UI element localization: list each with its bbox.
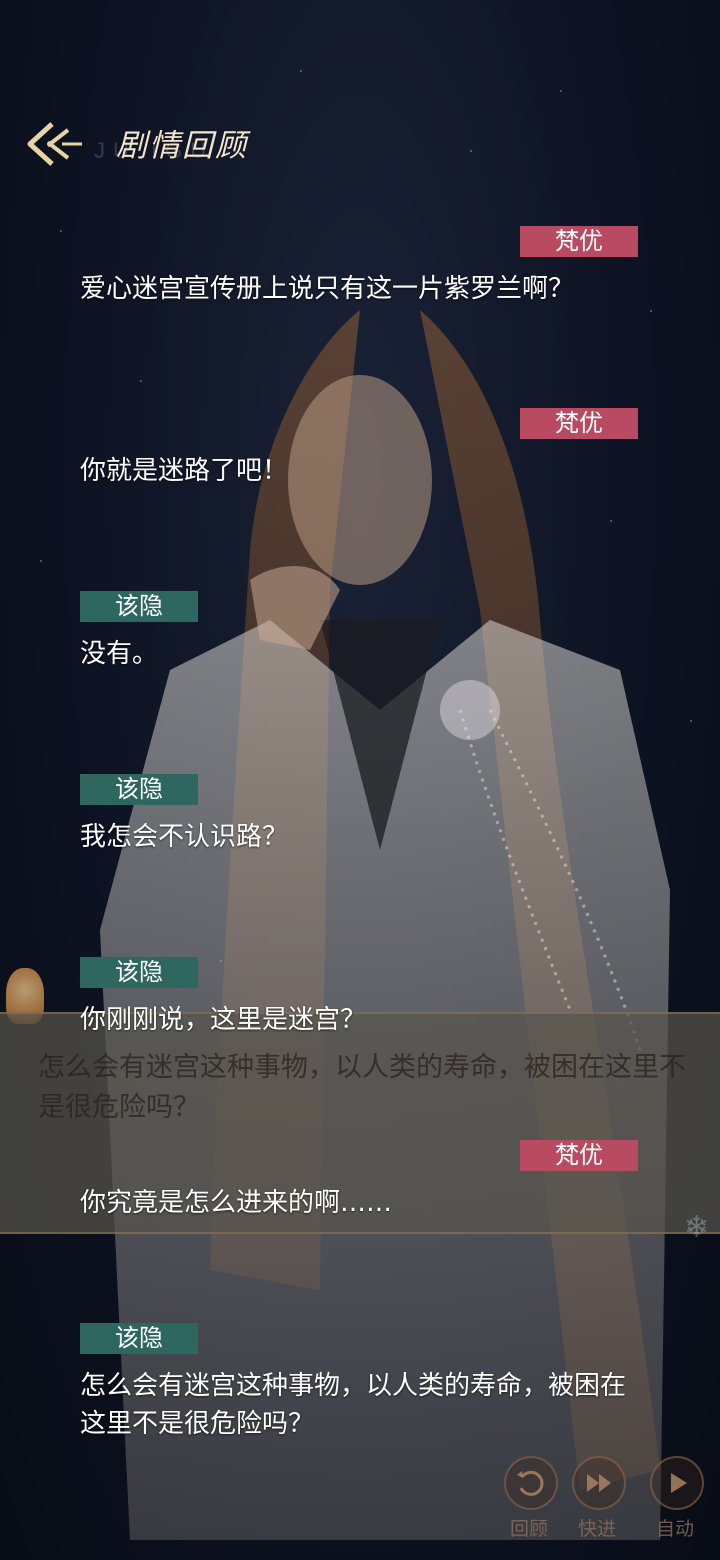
dialog-line: 你究竟是怎么进来的啊……: [80, 1188, 393, 1218]
dialog-line: 你刚刚说，这里是迷宫？: [80, 1005, 367, 1035]
speaker-tag: 梵优: [520, 1140, 638, 1171]
speaker-tag: 该隐: [80, 957, 198, 988]
fast-forward-button[interactable]: 快进: [564, 1456, 634, 1540]
speaker-tag: 梵优: [520, 226, 638, 257]
fast-forward-icon: [587, 1474, 611, 1492]
dialog-line: 怎么会有迷宫这种事物，以人类的寿命，被困在这里不是很危险吗？: [80, 1371, 627, 1439]
page-title: 剧情回顾: [116, 128, 248, 164]
play-icon: [671, 1473, 687, 1493]
auto-label: 自动: [655, 1518, 694, 1540]
background-dialog-text: 怎么会有迷宫这种事物，以人类的寿命，被困在这里不是很危险吗？: [38, 1052, 686, 1123]
snowflake-icon: ❄: [684, 1210, 710, 1245]
dialog-line: 我怎会不认识路？: [80, 822, 289, 852]
dialog-line: 你就是迷路了吧！: [80, 456, 289, 486]
speaker-tag: 该隐: [80, 774, 198, 805]
back-button[interactable]: [22, 116, 86, 172]
arrow-back-icon: [27, 122, 82, 166]
fast-forward-label: 快进: [577, 1518, 616, 1540]
speaker-tag: 该隐: [80, 1323, 198, 1354]
speaker-tag: 该隐: [80, 591, 198, 622]
dialog-line: 没有。: [80, 639, 159, 669]
review-label: 回顾: [509, 1518, 548, 1540]
replay-icon: [517, 1470, 544, 1496]
speaker-tag: 梵优: [520, 408, 638, 439]
dialog-line: 爱心迷宫宣传册上说只有这一片紫罗兰啊？: [80, 274, 575, 304]
header: JU IGU 剧情回顾: [0, 110, 720, 180]
auto-button[interactable]: 自动: [642, 1456, 712, 1540]
review-button[interactable]: 回顾: [496, 1456, 566, 1540]
